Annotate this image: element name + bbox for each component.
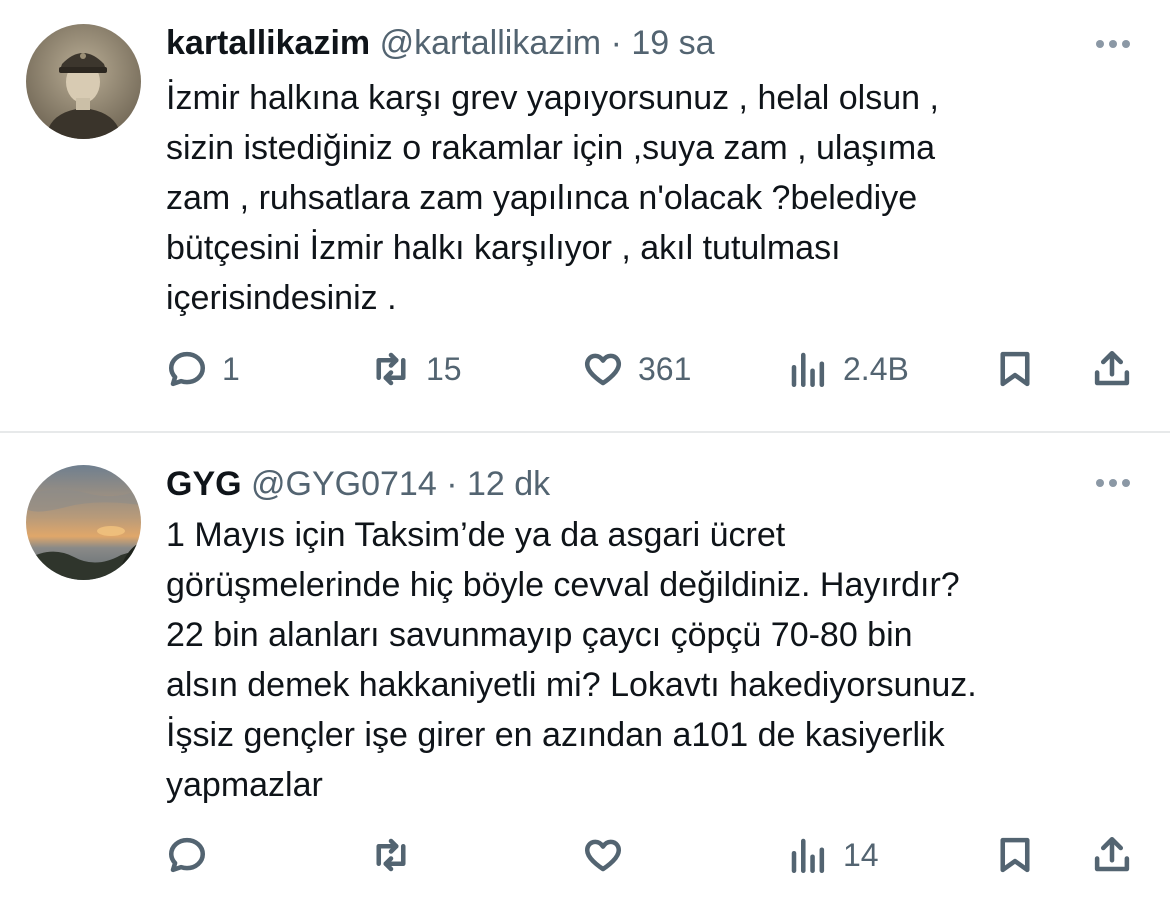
more-icon[interactable] [1096,38,1136,50]
tweet-text-line: sizin istediğiniz o rakamlar için ,suya … [166,129,936,167]
tweet-header: GYG @GYG0714 · 12 dk [166,462,550,506]
views-icon [791,352,825,388]
tweet-text-line: İşsiz gençler işe girer en azından a101 … [166,716,945,754]
timestamp[interactable]: 19 sa [631,24,714,62]
tweet-actions: 14 [0,825,1170,885]
retweet-icon [376,838,406,872]
tweet-text-line: İzmir halkına karşı grev yapıyorsunuz , … [166,79,939,117]
like-count: 361 [638,350,692,387]
views-count: 14 [843,836,879,873]
tweet-text-line: zam , ruhsatlara zam yapılınca n'olacak … [166,179,918,217]
separator-dot: · [610,24,622,62]
tweet-actions: 1 15 361 2.4B [0,339,1170,399]
tweet-text: 1 Mayıs için Taksim’de ya da asgari ücre… [166,510,1146,810]
bookmark-button[interactable] [994,339,1036,399]
tweet-text-line: 1 Mayıs için Taksim’de ya da asgari ücre… [166,516,786,554]
tweet-text: İzmir halkına karşı grev yapıyorsunuz , … [166,73,1146,323]
share-button[interactable] [1091,825,1133,885]
views-button[interactable]: 2.4B [787,339,909,399]
reply-button[interactable]: 1 [166,339,240,399]
share-icon [1094,350,1130,386]
user-handle[interactable]: @kartallikazim [380,24,602,62]
separator-dot: · [446,465,458,503]
heart-icon [584,353,622,386]
views-icon [791,838,825,874]
tweet-text-line: içerisindesiniz . [166,279,397,317]
avatar[interactable] [26,465,141,580]
share-icon [1094,836,1130,872]
bookmark-icon [1000,837,1030,873]
views-count: 2.4B [843,350,909,387]
user-handle[interactable]: @GYG0714 [251,465,437,503]
tweet-text-line: yapmazlar [166,766,323,804]
avatar[interactable] [26,24,141,139]
timestamp[interactable]: 12 dk [467,465,550,503]
reply-icon [168,351,206,387]
like-button[interactable] [582,825,638,885]
tweet[interactable]: kartallikazim @kartallikazim · 19 sa İzm… [0,0,1170,432]
display-name[interactable]: kartallikazim [166,24,370,62]
retweet-button[interactable] [370,825,426,885]
reply-count: 1 [222,350,240,387]
share-button[interactable] [1091,339,1133,399]
retweet-count: 15 [426,350,462,387]
retweet-button[interactable]: 15 [370,339,462,399]
tweet-text-line: görüşmelerinde hiç böyle cevval değildin… [166,566,960,604]
like-button[interactable]: 361 [582,339,691,399]
bookmark-icon [1000,351,1030,387]
tweet[interactable]: GYG @GYG0714 · 12 dk 1 Mayıs için Taksim… [0,433,1170,921]
retweet-icon [376,352,406,386]
more-icon[interactable] [1096,477,1136,489]
tweet-text-line: bütçesini İzmir halkı karşılıyor , akıl … [166,229,841,267]
heart-icon [584,839,622,872]
reply-icon [168,837,206,873]
tweet-text-line: alsın demek hakkaniyetli mi? Lokavtı hak… [166,666,977,704]
reply-button[interactable] [166,825,222,885]
display-name[interactable]: GYG [166,465,242,503]
bookmark-button[interactable] [994,825,1036,885]
tweet-header: kartallikazim @kartallikazim · 19 sa [166,21,715,65]
tweet-text-line: 22 bin alanları savunmayıp çaycı çöpçü 7… [166,616,913,654]
views-button[interactable]: 14 [787,825,879,885]
